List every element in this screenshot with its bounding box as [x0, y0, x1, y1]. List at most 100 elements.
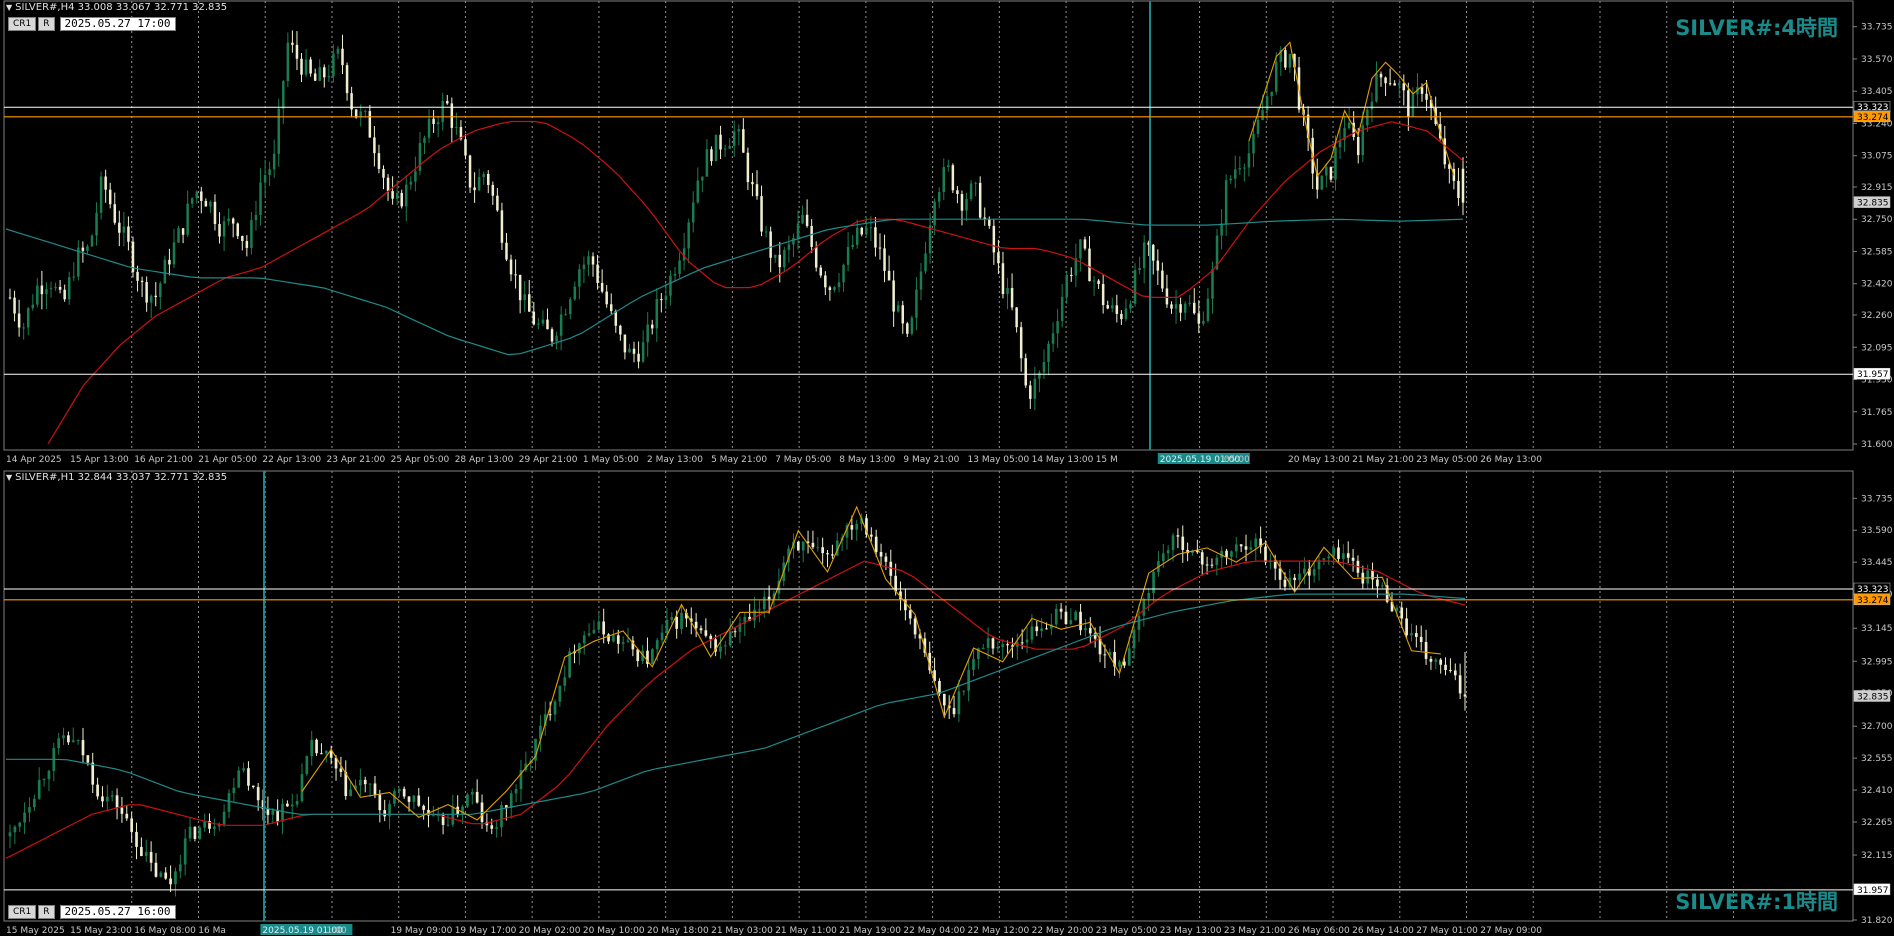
candle-body: [373, 783, 377, 795]
time-label: 19 May 17:00: [455, 926, 517, 936]
candle-body: [660, 299, 663, 301]
candle-body: [787, 244, 791, 250]
candle-body: [616, 635, 620, 644]
candle-body: [801, 214, 804, 224]
candle-body: [1103, 654, 1107, 656]
candle-body: [1051, 333, 1055, 344]
candle-body: [1215, 557, 1219, 565]
candle-body: [195, 191, 199, 199]
candle-body: [1010, 287, 1014, 308]
price-chart-h4[interactable]: 33.73533.57033.40533.24033.07532.91532.7…: [0, 0, 1894, 470]
candle-body: [136, 271, 139, 281]
datetime-field[interactable]: 2025.05.27 16:00: [59, 905, 176, 919]
r-button[interactable]: R: [38, 17, 55, 31]
candle-body: [842, 264, 845, 283]
candle-body: [364, 111, 367, 113]
candle-body: [650, 324, 654, 329]
candle-body: [1124, 308, 1128, 320]
candle-body: [31, 304, 35, 309]
time-label: 5 May 21:00: [711, 455, 767, 465]
time-label: 21 Apr 05:00: [198, 455, 257, 465]
time-label: 05:00: [1224, 455, 1250, 465]
candle-body: [1243, 167, 1246, 169]
candle-body: [1020, 642, 1024, 644]
candle-body: [99, 176, 103, 213]
candle-body: [1463, 694, 1467, 697]
candle-body: [660, 632, 664, 641]
candle-body: [190, 198, 194, 204]
candle-body: [1170, 304, 1173, 309]
candle-body: [942, 693, 946, 706]
candle-body: [310, 739, 314, 757]
candle-body: [908, 610, 912, 619]
candle-body: [368, 111, 372, 138]
candle-body: [1434, 659, 1438, 662]
candle-body: [878, 247, 882, 249]
cr1-button[interactable]: CR1: [8, 17, 37, 31]
candle-body: [962, 690, 966, 692]
candle-body: [714, 134, 718, 162]
collapse-triangle-icon[interactable]: ▼: [6, 473, 12, 482]
candle-body: [541, 319, 545, 324]
candle-body: [1042, 361, 1046, 373]
candle-body: [130, 818, 133, 832]
time-label: 21 May 19:00: [839, 926, 901, 936]
price-chart-h1[interactable]: 33.73533.59033.44533.30033.14532.99532.8…: [0, 470, 1894, 936]
candle-body: [1132, 629, 1136, 649]
chart-pane-h1[interactable]: 33.73533.59033.44533.30033.14532.99532.8…: [0, 470, 1894, 936]
candle-body: [773, 254, 777, 258]
candle-body: [600, 282, 604, 292]
cr1-button[interactable]: CR1: [8, 905, 37, 919]
candle-body: [402, 788, 406, 797]
toolbar: CR1 R 2025.05.27 17:00: [8, 17, 176, 31]
candle-body: [933, 201, 936, 226]
chart-title: SILVER#:4時間: [1675, 16, 1838, 40]
price-tag-text: 31.957: [1857, 370, 1889, 380]
candle-body: [36, 285, 39, 305]
candle-body: [596, 264, 599, 283]
candle-body: [1270, 91, 1273, 97]
candle-body: [746, 152, 750, 183]
candle-body: [796, 541, 800, 551]
time-label: 16 Ma: [198, 926, 226, 936]
price-label: 32.915: [1861, 183, 1893, 193]
candle-body: [913, 618, 917, 635]
candle-body: [550, 329, 554, 342]
datetime-field[interactable]: 2025.05.27 17:00: [59, 17, 176, 31]
collapse-triangle-icon[interactable]: ▼: [6, 3, 12, 12]
candle-body: [1347, 122, 1351, 129]
candle-body: [996, 647, 1000, 649]
candle-body: [159, 872, 163, 877]
candle-body: [432, 118, 435, 125]
candle-body: [1325, 166, 1328, 176]
candle-body: [213, 826, 216, 829]
candle-body: [992, 225, 996, 253]
candle-body: [1065, 274, 1068, 297]
candle-body: [475, 791, 479, 803]
candle-body: [619, 325, 622, 335]
candle-body: [673, 273, 677, 276]
candle-body: [1453, 670, 1457, 676]
candle-body: [850, 525, 854, 530]
plot-frame: [3, 470, 1854, 922]
candle-body: [906, 323, 909, 334]
candle-body: [13, 297, 16, 314]
candle-body: [733, 631, 737, 633]
candle-body: [1370, 101, 1374, 110]
candle-body: [397, 788, 401, 792]
candle-body: [178, 864, 182, 872]
candle-body: [1101, 283, 1105, 306]
r-button[interactable]: R: [38, 905, 55, 919]
chart-pane-h4[interactable]: 33.735 33.570 33.405 33.240 33.075 32.915 32.7…: [0, 0, 1894, 470]
candle-body: [378, 794, 382, 811]
candle-body: [81, 740, 85, 756]
candle-body: [174, 871, 177, 885]
candle-body: [764, 231, 768, 233]
candle-body: [884, 556, 888, 562]
time-label: 7 May 05:00: [775, 455, 831, 465]
candle-body: [231, 218, 235, 224]
candle-body: [1264, 546, 1267, 563]
candle-body: [1229, 178, 1232, 181]
candle-body: [1147, 593, 1151, 599]
candle-body: [363, 779, 367, 785]
